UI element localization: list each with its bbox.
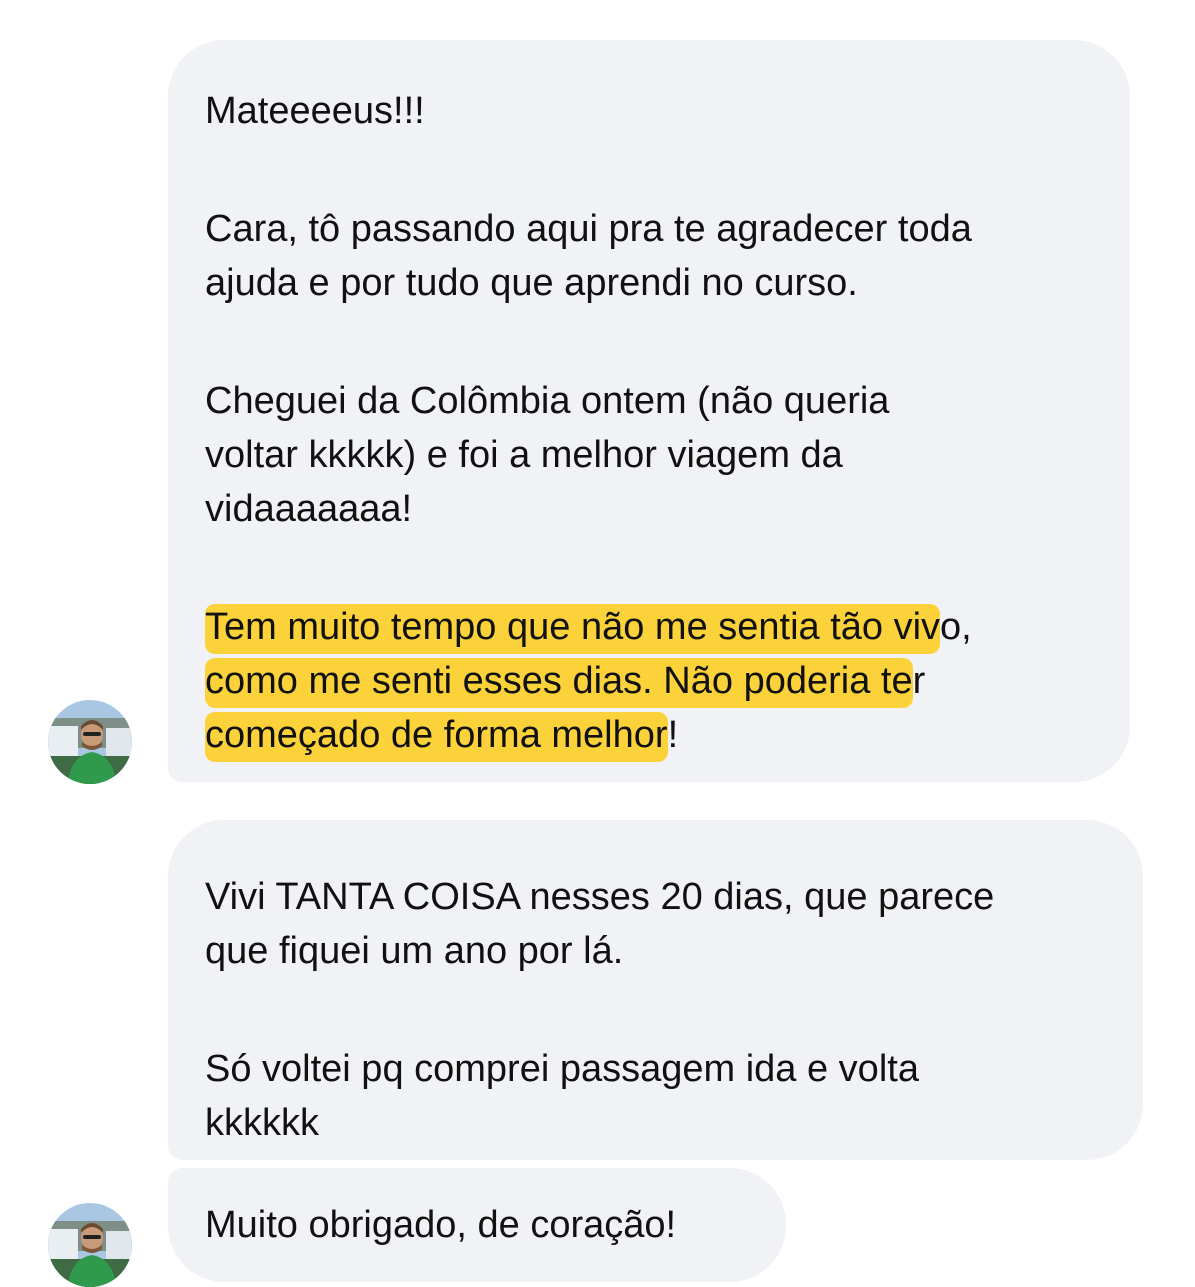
message-paragraph: Só voltei pq comprei passagem ida e volt… xyxy=(205,1048,919,1144)
sender-avatar[interactable] xyxy=(48,700,132,784)
message-paragraph: Mateeeeus!!! xyxy=(205,90,425,132)
message-bubble-1[interactable]: Mateeeeus!!! Cara, tô passando aqui pra … xyxy=(168,40,1130,782)
message-paragraph: Muito obrigado, de coração! xyxy=(205,1204,677,1246)
highlight-marker: como me senti esses dias. Não poderia te xyxy=(205,658,913,708)
message-paragraph: Cara, tô passando aqui pra te agradecer … xyxy=(205,208,972,304)
message-text: ! xyxy=(667,714,679,756)
message-paragraph: Vivi TANTA COISA nesses 20 dias, que par… xyxy=(205,876,995,972)
message-bubble-3[interactable]: Muito obrigado, de coração! xyxy=(168,1168,786,1282)
highlight-marker: começado de forma melhor xyxy=(205,712,668,762)
message-paragraph: Cheguei da Colômbia ontem (não queria vo… xyxy=(205,380,890,530)
sender-avatar[interactable] xyxy=(48,1203,132,1287)
avatar-photo-icon xyxy=(48,700,132,784)
message-text: o, xyxy=(940,606,972,648)
highlighted-paragraph: Tem muito tempo que não me sentia tão vi… xyxy=(205,600,1130,762)
avatar-photo-icon xyxy=(48,1203,132,1287)
message-text: r xyxy=(912,660,926,702)
highlight-marker: Tem muito tempo que não me sentia tão vi… xyxy=(205,604,941,654)
message-bubble-2[interactable]: Vivi TANTA COISA nesses 20 dias, que par… xyxy=(168,820,1143,1160)
